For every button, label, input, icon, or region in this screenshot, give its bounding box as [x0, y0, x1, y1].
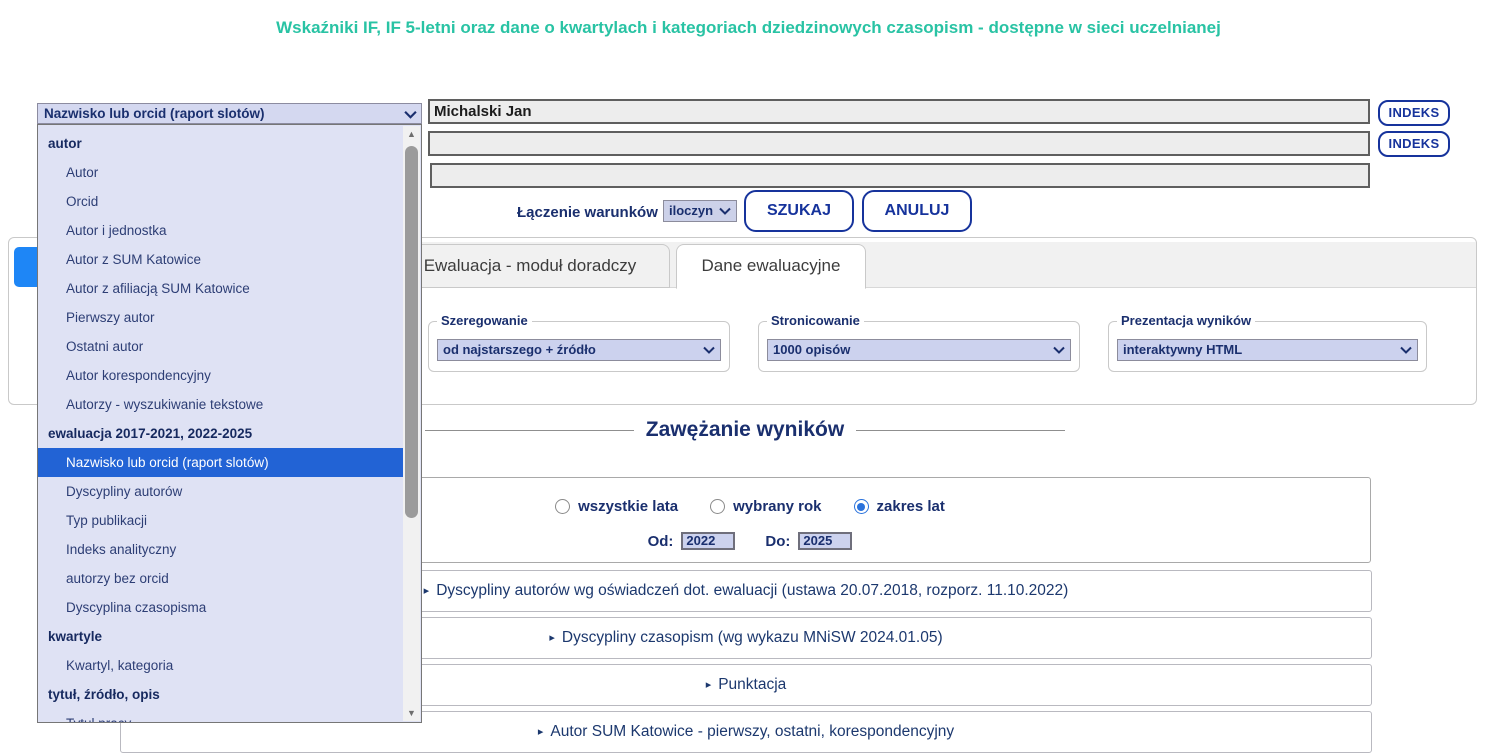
field-type-select-value: Nazwisko lub orcid (raport slotów)	[44, 106, 265, 121]
dropdown-option[interactable]: Tytuł pracy	[38, 709, 405, 723]
section-label: Punktacja	[718, 676, 786, 694]
szeregowanie-legend: Szeregowanie	[437, 313, 532, 328]
dropdown-scrollbar[interactable]: ▲ ▼	[403, 126, 420, 721]
year-filter-box: wszystkie lata wybrany rok zakres lat Od…	[419, 477, 1371, 563]
heading-line-left	[425, 430, 634, 431]
radio-checked-icon[interactable]	[854, 499, 869, 514]
stronicowanie-legend: Stronicowanie	[767, 313, 864, 328]
prezentacja-value: interaktywny HTML	[1123, 342, 1242, 357]
scroll-up-icon[interactable]: ▲	[403, 126, 420, 142]
chevron-down-icon	[703, 346, 715, 354]
dropdown-option[interactable]: Indeks analityczny	[38, 535, 405, 564]
szeregowanie-fieldset: Szeregowanie od najstarszego + źródło	[428, 321, 730, 372]
dropdown-option[interactable]: Dyscypliny autorów	[38, 477, 405, 506]
dropdown-option[interactable]: Autor i jednostka	[38, 216, 405, 245]
collapse-arrow-icon: ▸	[549, 633, 555, 644]
scrollbar-thumb[interactable]	[405, 146, 418, 518]
search-term-input-1[interactable]: Michalski Jan	[428, 99, 1370, 124]
szeregowanie-value: od najstarszego + źródło	[443, 342, 596, 357]
field-type-select[interactable]: Nazwisko lub orcid (raport slotów)	[37, 103, 422, 124]
prezentacja-select[interactable]: interaktywny HTML	[1117, 339, 1418, 361]
dropdown-option[interactable]: Autor	[38, 158, 405, 187]
narrowing-heading: Zawężanie wyników	[425, 417, 1065, 443]
chevron-down-icon	[1400, 346, 1412, 354]
indeks-button-2[interactable]: INDEKS	[1378, 131, 1450, 157]
stronicowanie-value: 1000 opisów	[773, 342, 850, 357]
section-label: Autor SUM Katowice - pierwszy, ostatni, …	[550, 723, 954, 741]
collapse-arrow-icon: ▸	[706, 680, 712, 691]
search-term-input-2[interactable]	[428, 131, 1370, 156]
radio-label: wybrany rok	[733, 498, 821, 515]
radio-circle-icon[interactable]	[710, 499, 725, 514]
dropdown-group-ewaluacja: ewaluacja 2017-2021, 2022-2025	[38, 419, 405, 448]
stronicowanie-select[interactable]: 1000 opisów	[767, 339, 1071, 361]
scroll-down-icon[interactable]: ▼	[403, 705, 420, 721]
tab-ewaluacja-modul-doradczy[interactable]: Ewaluacja - moduł doradczy	[390, 244, 670, 288]
od-label: Od:	[648, 533, 674, 550]
year-to-input[interactable]: 2025	[798, 532, 852, 550]
dropdown-option[interactable]: Autor z SUM Katowice	[38, 245, 405, 274]
page-title: Wskaźniki IF, IF 5-letni oraz dane o kwa…	[0, 18, 1497, 38]
prezentacja-fieldset: Prezentacja wyników interaktywny HTML	[1108, 321, 1427, 372]
dropdown-option[interactable]: Kwartyl, kategoria	[38, 651, 405, 680]
radio-wszystkie-lata[interactable]: wszystkie lata	[555, 498, 678, 515]
dropdown-option[interactable]: Pierwszy autor	[38, 303, 405, 332]
do-label: Do:	[765, 533, 790, 550]
radio-circle-icon[interactable]	[555, 499, 570, 514]
search-term-input-3[interactable]	[430, 163, 1370, 188]
radio-wybrany-rok[interactable]: wybrany rok	[710, 498, 821, 515]
prezentacja-legend: Prezentacja wyników	[1117, 313, 1255, 328]
anuluj-button[interactable]: ANULUJ	[862, 190, 972, 232]
field-type-dropdown-list: autor Autor Orcid Autor i jednostka Auto…	[37, 124, 422, 723]
szukaj-button[interactable]: SZUKAJ	[744, 190, 854, 232]
dropdown-option[interactable]: Typ publikacji	[38, 506, 405, 535]
year-radio-row: wszystkie lata wybrany rok zakres lat	[420, 498, 1080, 515]
radio-label: zakres lat	[877, 498, 945, 515]
year-range-row: Od: 2022 Do: 2025	[420, 532, 1080, 550]
dropdown-option[interactable]: Autorzy - wyszukiwanie tekstowe	[38, 390, 405, 419]
dropdown-group-kwartyle: kwartyle	[38, 622, 405, 651]
join-select-value: iloczyn	[669, 203, 713, 218]
year-from-input[interactable]: 2022	[681, 532, 735, 550]
collapse-arrow-icon: ▸	[538, 727, 544, 738]
join-conditions-label: Łączenie warunków	[517, 204, 658, 221]
narrowing-heading-text: Zawężanie wyników	[646, 418, 844, 442]
chevron-down-icon	[719, 207, 731, 215]
tab-dane-ewaluacyjne[interactable]: Dane ewaluacyjne	[676, 244, 866, 289]
section-label: Dyscypliny autorów wg oświadczeń dot. ew…	[436, 582, 1068, 600]
join-conditions-select[interactable]: iloczyn	[663, 200, 737, 222]
dropdown-option[interactable]: Orcid	[38, 187, 405, 216]
chevron-down-icon	[404, 110, 416, 118]
dropdown-option[interactable]: Dyscyplina czasopisma	[38, 593, 405, 622]
dropdown-option[interactable]: Autor z afiliacją SUM Katowice	[38, 274, 405, 303]
radio-zakres-lat[interactable]: zakres lat	[854, 498, 945, 515]
collapse-arrow-icon: ▸	[424, 586, 430, 597]
indeks-button-1[interactable]: INDEKS	[1378, 100, 1450, 126]
chevron-down-icon	[1053, 346, 1065, 354]
heading-line-right	[856, 430, 1065, 431]
dropdown-option[interactable]: Ostatni autor	[38, 332, 405, 361]
radio-label: wszystkie lata	[578, 498, 678, 515]
section-label: Dyscypliny czasopism (wg wykazu MNiSW 20…	[562, 629, 943, 647]
dropdown-option[interactable]: Autor korespondencyjny	[38, 361, 405, 390]
dropdown-option[interactable]: autorzy bez orcid	[38, 564, 405, 593]
szeregowanie-select[interactable]: od najstarszego + źródło	[437, 339, 721, 361]
dropdown-group-tytul: tytuł, źródło, opis	[38, 680, 405, 709]
dropdown-group-autor: autor	[38, 129, 405, 158]
dropdown-option-selected[interactable]: Nazwisko lub orcid (raport slotów)	[38, 448, 405, 477]
stronicowanie-fieldset: Stronicowanie 1000 opisów	[758, 321, 1080, 372]
